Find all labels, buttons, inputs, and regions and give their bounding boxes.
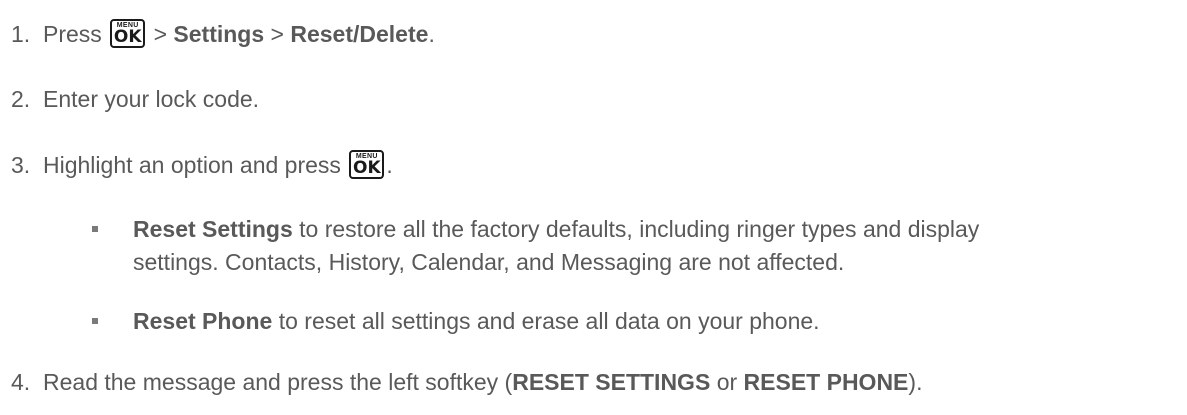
settings-menu-label: Settings	[173, 21, 265, 47]
step-text: Enter your lock code.	[43, 86, 260, 112]
reset-phone-softkey-label: RESET PHONE	[743, 369, 909, 395]
reset-settings-label: Reset Settings	[133, 216, 293, 242]
step-number: 4.	[11, 369, 31, 395]
bullet-text: Reset Phone to reset all settings and er…	[133, 308, 820, 334]
menu-ok-key-icon: MENU OK	[349, 150, 385, 180]
reset-phone-label: Reset Phone	[133, 308, 273, 334]
step-number: 3.	[11, 152, 31, 178]
step-text: Press MENU OK > Settings > Reset/Delete.	[43, 19, 435, 49]
square-bullet-icon	[92, 318, 98, 324]
step-text: Read the message and press the left soft…	[43, 369, 923, 395]
reset-settings-softkey-label: RESET SETTINGS	[512, 369, 711, 395]
step-number: 1.	[11, 21, 31, 47]
menu-ok-key-icon: MENU OK	[110, 19, 146, 49]
square-bullet-icon	[92, 226, 98, 232]
bullet-text: Reset Settings to restore all the factor…	[133, 216, 980, 275]
step-text: Highlight an option and press MENU OK.	[43, 150, 393, 180]
step-number: 2.	[11, 86, 31, 112]
reset-delete-menu-label: Reset/Delete	[290, 21, 429, 47]
